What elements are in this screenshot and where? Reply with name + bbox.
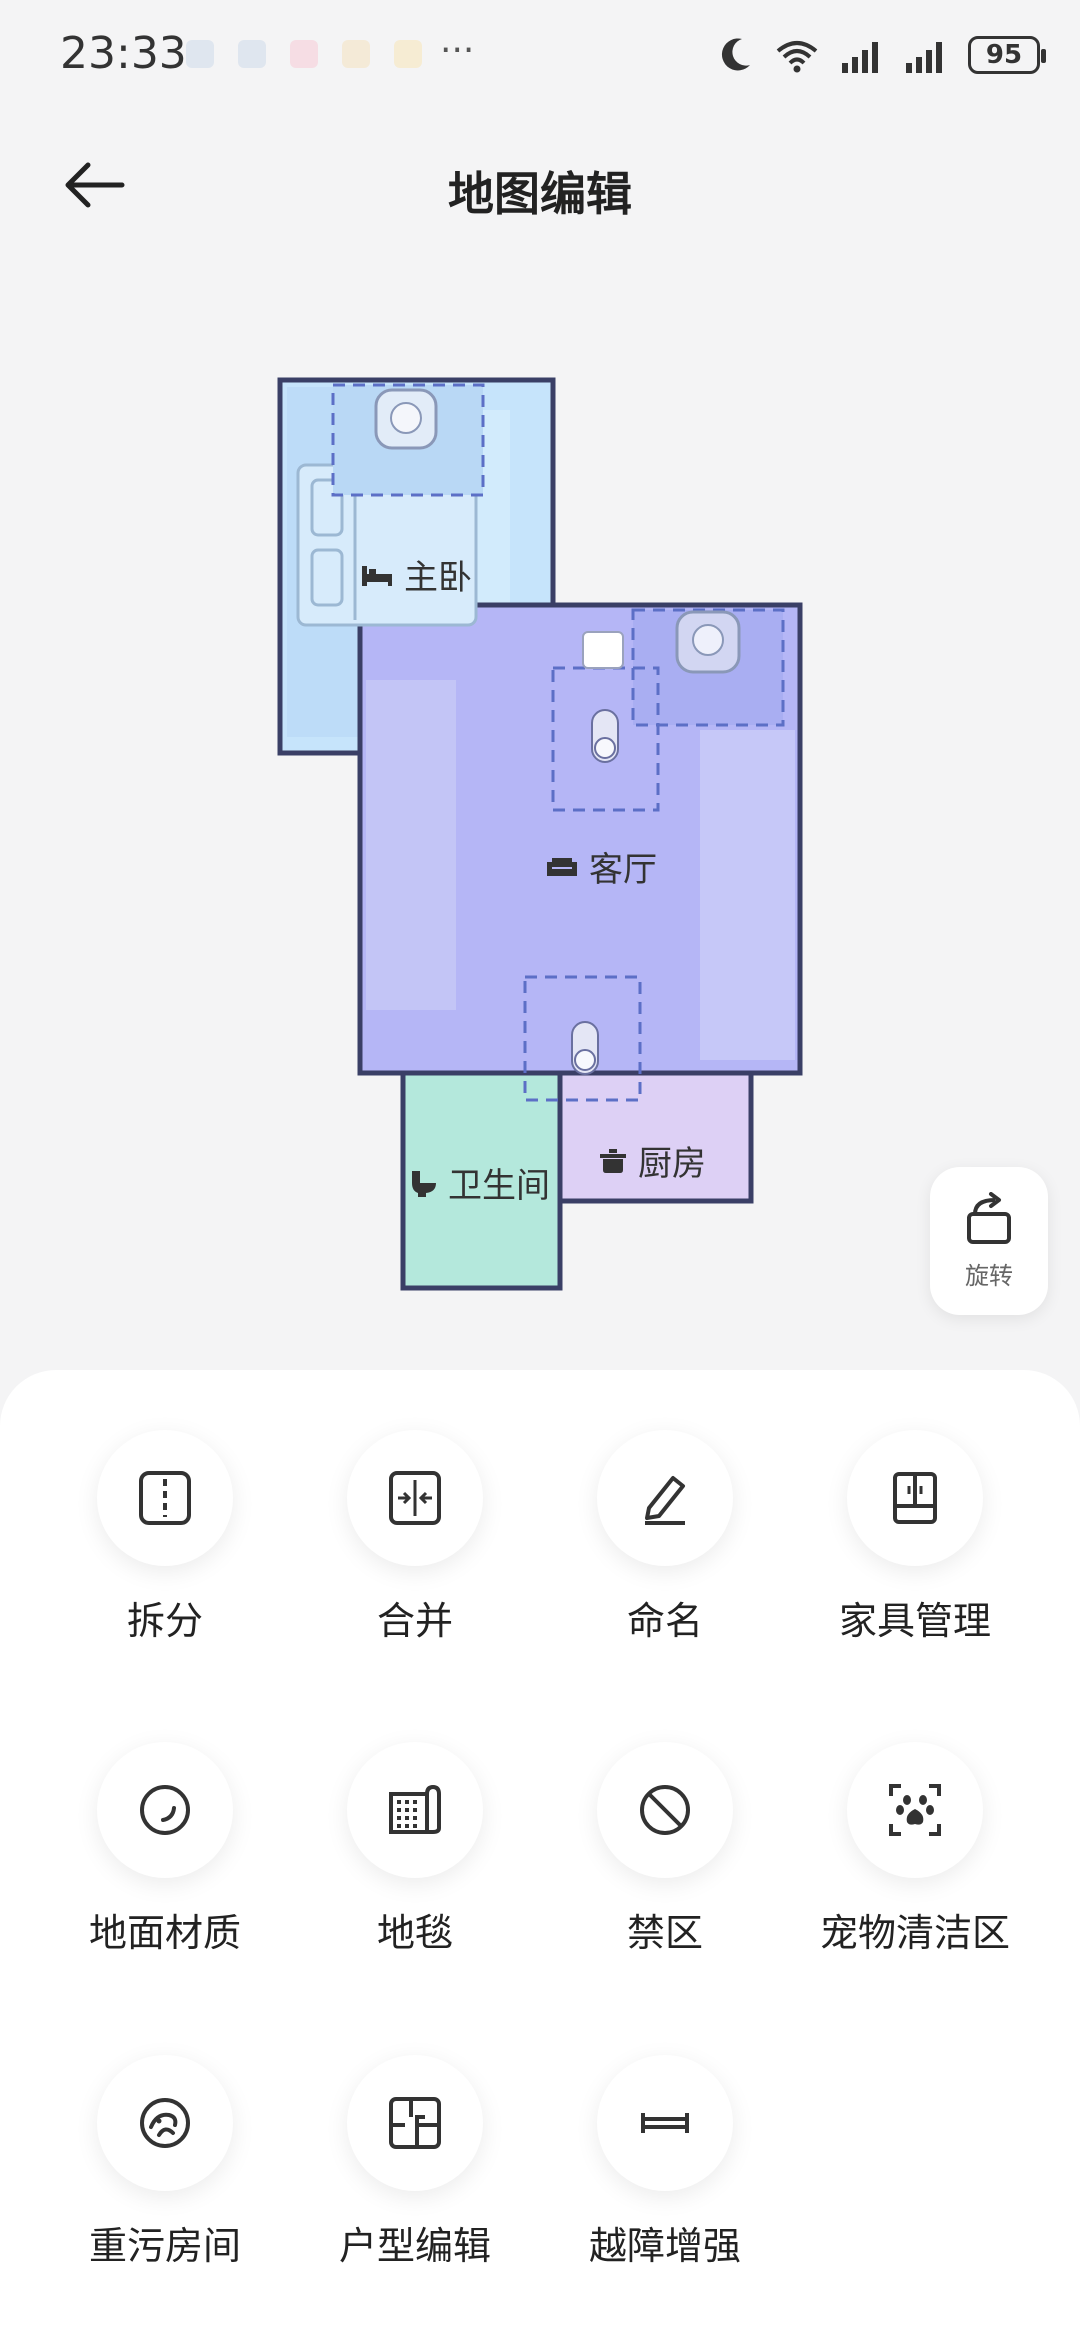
- room-name: 卫生间: [448, 1166, 550, 1206]
- tool-carpet-button[interactable]: 地毯: [295, 1742, 535, 1992]
- header: 地图编辑: [0, 130, 1080, 240]
- notification-icon: [238, 40, 266, 68]
- tool-label: 地面材质: [88, 1911, 241, 1955]
- bed-icon: [362, 565, 392, 586]
- floorplan-edit-icon: [389, 2097, 441, 2149]
- paw-icon: [889, 1784, 941, 1836]
- tool-label: 家具管理: [838, 1599, 991, 1643]
- status-time: 23:33: [60, 28, 187, 79]
- tool-label: 合并: [376, 1599, 453, 1643]
- moon-icon: [721, 38, 750, 71]
- notification-icon: [394, 40, 422, 68]
- battery-indicator: 95: [968, 36, 1046, 74]
- obstacle-icon: [641, 2113, 689, 2133]
- furniture-icon: [893, 1472, 937, 1524]
- tool-furniture-button[interactable]: 家具管理: [795, 1430, 1035, 1680]
- tool-floor-material-button[interactable]: 地面材质: [45, 1742, 285, 1992]
- tool-rename-button[interactable]: 命名: [545, 1430, 785, 1680]
- dock-station-top: [591, 709, 619, 763]
- pot-icon: [600, 1148, 626, 1173]
- battery-level: 95: [985, 40, 1023, 70]
- status-icons: 95: [718, 30, 1046, 80]
- room-label-kitchen[interactable]: 厨房: [598, 1136, 706, 1185]
- edit-tools-sheet: 拆分 合并 命名 家具管理 地面材质 地毯 禁区 宠物清洁区 重污房间 户型编辑…: [0, 1370, 1080, 2337]
- notification-icon: [342, 40, 370, 68]
- tool-no-go-zone-button[interactable]: 禁区: [545, 1742, 785, 1992]
- floor-map[interactable]: 主卧 客厅 卫生间 厨房: [0, 260, 1080, 1340]
- tool-merge-button[interactable]: 合并: [295, 1430, 535, 1680]
- tool-label: 地毯: [376, 1911, 453, 1955]
- more-notifications-icon: ···: [440, 30, 475, 71]
- tool-floorplan-edit-button[interactable]: 户型编辑: [295, 2055, 535, 2305]
- room-name: 客厅: [589, 850, 657, 890]
- no-go-icon: [640, 1785, 690, 1835]
- room-label-bathroom[interactable]: 卫生间: [410, 1158, 550, 1207]
- tool-label: 重污房间: [88, 2224, 241, 2268]
- tool-label: 命名: [626, 1599, 703, 1643]
- pen-icon: [645, 1476, 685, 1525]
- room-name: 主卧: [404, 558, 472, 598]
- rotate-label: 旋转: [965, 1261, 1013, 1290]
- signal-icon: [842, 42, 878, 73]
- merge-icon: [389, 1471, 441, 1525]
- tool-label: 禁区: [626, 1911, 703, 1955]
- rotate-icon: [967, 1191, 1011, 1244]
- pet-bed-bedroom: [374, 388, 438, 450]
- tool-label: 宠物清洁区: [819, 1911, 1010, 1955]
- tool-label: 户型编辑: [338, 2224, 491, 2268]
- pet-bed-living: [675, 610, 741, 674]
- tool-label: 越障增强: [588, 2224, 741, 2268]
- chair-furniture: [582, 631, 624, 669]
- tool-obstacle-boost-button[interactable]: 越障增强: [545, 2055, 785, 2305]
- floor-material-icon: [140, 1785, 190, 1835]
- page-title: 地图编辑: [448, 167, 632, 221]
- heavy-dirt-icon: [140, 2098, 190, 2148]
- sofa-icon: [547, 857, 577, 876]
- tool-label: 拆分: [126, 1599, 203, 1643]
- split-icon: [139, 1471, 191, 1525]
- notification-icon: [290, 40, 318, 68]
- dock-station-bottom: [571, 1021, 599, 1075]
- signal-icon: [906, 42, 942, 73]
- notification-icon: [186, 40, 214, 68]
- room-label-master-bedroom[interactable]: 主卧: [360, 550, 472, 599]
- status-bar: 23:33 ··· 95: [0, 0, 1080, 110]
- tool-heavy-dirt-button[interactable]: 重污房间: [45, 2055, 285, 2305]
- tool-pet-zone-button[interactable]: 宠物清洁区: [795, 1742, 1035, 1992]
- wifi-icon: [776, 41, 818, 73]
- rotate-button[interactable]: 旋转: [930, 1167, 1048, 1315]
- tool-split-button[interactable]: 拆分: [45, 1430, 285, 1680]
- toilet-icon: [412, 1170, 436, 1197]
- room-label-living-room[interactable]: 客厅: [545, 842, 657, 891]
- room-name: 厨房: [638, 1144, 706, 1184]
- carpet-icon: [389, 1784, 441, 1834]
